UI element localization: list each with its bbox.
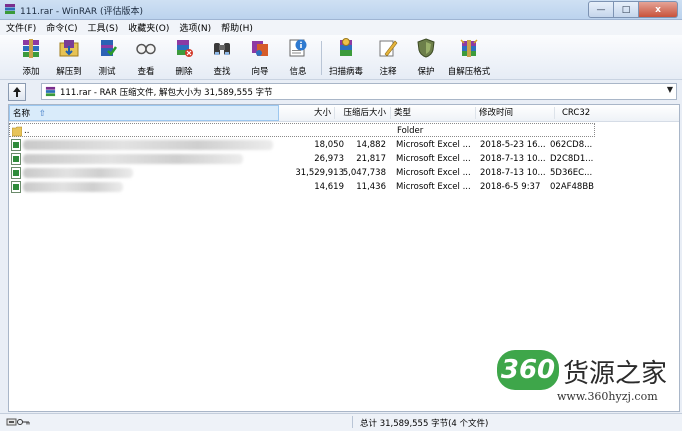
column-separator (475, 107, 476, 119)
info-button[interactable]: 信息 (279, 37, 317, 77)
status-bar: 总计 31,589,555 字节(4 个文件) (0, 413, 682, 431)
add-button[interactable]: 添加 (12, 37, 50, 77)
column-separator (390, 107, 391, 119)
virus-scan-icon (340, 38, 352, 56)
protect-shield-icon (417, 38, 435, 58)
address-bar: 111.rar - RAR 压缩文件, 解包大小为 31,589,555 字节 … (0, 80, 682, 102)
row-crc: 5D36EC... (550, 168, 593, 178)
delete-icon (177, 40, 193, 57)
drive-key-icon (6, 418, 30, 426)
row-packed: 21,817 (356, 154, 386, 164)
table-row[interactable]: 14,619 11,436 Microsoft Excel ... 2018-6… (9, 180, 679, 194)
row-modified: 2018-7-13 10... (480, 168, 546, 178)
row-name: .. (24, 126, 30, 136)
row-modified: 2018-6-5 9:37 (480, 182, 541, 192)
window-controls: — □ x (588, 1, 678, 18)
row-packed: 5,047,738 (342, 168, 386, 178)
row-type: Folder (397, 126, 424, 136)
row-type: Microsoft Excel ... (396, 140, 471, 150)
title-bar: 111.rar - WinRAR (评估版本) — □ x (0, 0, 682, 20)
menu-favorites[interactable]: 收藏夹(O) (122, 21, 173, 34)
delete-button[interactable]: 删除 (165, 37, 203, 77)
up-folder-button[interactable] (8, 83, 26, 101)
sfx-button[interactable]: 自解压格式 (446, 37, 492, 77)
protect-button[interactable]: 保护 (407, 37, 445, 77)
maximize-button[interactable]: □ (614, 1, 639, 18)
watermark-text: 货源之家 (563, 359, 668, 389)
row-packed: 14,882 (356, 140, 386, 150)
blurred-filename (23, 154, 243, 164)
toolbar: 添加 解压到 测试 查看 删除 查找 向导 信息 扫描病毒 注释 保护 自解压格… (0, 35, 682, 80)
info-icon (289, 39, 307, 57)
column-separator (554, 107, 555, 119)
row-type: Microsoft Excel ... (396, 154, 471, 164)
column-header-modified[interactable]: 修改时间 (479, 105, 549, 121)
table-row[interactable]: 26,973 21,817 Microsoft Excel ... 2018-7… (9, 152, 679, 166)
menu-tools[interactable]: 工具(S) (82, 21, 123, 34)
row-packed: 11,436 (356, 182, 386, 192)
row-modified: 2018-5-23 16... (480, 140, 546, 150)
address-text: 111.rar - RAR 压缩文件, 解包大小为 31,589,555 字节 (60, 88, 273, 98)
sort-up-arrow-icon: ⇧ (38, 109, 46, 119)
find-binoculars-icon (214, 43, 230, 55)
status-total: 总计 31,589,555 字节(4 个文件) (360, 419, 489, 429)
blurred-filename (23, 182, 123, 192)
wizard-icon (252, 41, 268, 56)
close-button[interactable]: x (639, 1, 678, 18)
table-row[interactable]: 18,050 14,882 Microsoft Excel ... 2018-5… (9, 138, 679, 152)
menu-file[interactable]: 文件(F) (0, 21, 40, 34)
status-separator (352, 416, 353, 428)
row-modified: 2018-7-13 10... (480, 154, 546, 164)
column-header-type[interactable]: 类型 (394, 105, 474, 121)
menu-help[interactable]: 帮助(H) (215, 21, 257, 34)
folder-icon (12, 126, 22, 137)
test-button[interactable]: 测试 (88, 37, 126, 77)
row-type: Microsoft Excel ... (396, 182, 471, 192)
excel-file-icon (11, 139, 21, 151)
excel-file-icon (11, 181, 21, 193)
excel-file-icon (11, 153, 21, 165)
column-header-bar: 名称 ⇧ 大小 压缩后大小 类型 修改时间 CRC32 (9, 105, 679, 122)
table-row[interactable]: .. Folder (9, 123, 595, 137)
watermark-logo: 360 (497, 350, 559, 390)
row-crc: 02AF48BB (550, 182, 594, 192)
table-row[interactable]: 31,529,913 5,047,738 Microsoft Excel ...… (9, 166, 679, 180)
minimize-button[interactable]: — (588, 1, 614, 18)
row-crc: D2C8D1... (550, 154, 594, 164)
archive-icon (45, 86, 56, 97)
sfx-icon (460, 39, 478, 57)
excel-file-icon (11, 167, 21, 179)
window-title: 111.rar - WinRAR (评估版本) (20, 7, 144, 17)
menu-commands[interactable]: 命令(C) (40, 21, 81, 34)
blurred-filename (23, 168, 133, 178)
watermark: 360 货源之家 www.360hyzj.com (497, 350, 677, 410)
add-books-icon (23, 39, 39, 58)
column-header-crc[interactable]: CRC32 (562, 105, 602, 121)
comment-button[interactable]: 注释 (369, 37, 407, 77)
watermark-url: www.360hyzj.com (557, 390, 658, 403)
virus-scan-button[interactable]: 扫描病毒 (325, 37, 367, 77)
view-glasses-icon (136, 43, 156, 55)
up-arrow-icon (13, 87, 21, 97)
menu-bar: 文件(F) 命令(C) 工具(S) 收藏夹(O) 选项(N) 帮助(H) (0, 20, 682, 35)
test-icon (101, 40, 118, 56)
wizard-button[interactable]: 向导 (241, 37, 279, 77)
extract-folder-icon (59, 40, 79, 57)
column-header-name[interactable]: 名称 ⇧ (9, 105, 279, 121)
column-header-size[interactable]: 大小 (279, 105, 331, 121)
chevron-down-icon[interactable]: ▼ (667, 85, 673, 94)
find-button[interactable]: 查找 (203, 37, 241, 77)
row-type: Microsoft Excel ... (396, 168, 471, 178)
blurred-filename (23, 140, 273, 150)
row-crc: 062CD8... (550, 140, 593, 150)
extract-to-button[interactable]: 解压到 (50, 37, 88, 77)
winrar-app-icon (5, 4, 15, 14)
column-header-packed[interactable]: 压缩后大小 (334, 105, 386, 121)
toolbar-separator (321, 41, 322, 75)
menu-options[interactable]: 选项(N) (173, 21, 215, 34)
comment-icon (379, 40, 398, 57)
view-button[interactable]: 查看 (127, 37, 165, 77)
address-field[interactable]: 111.rar - RAR 压缩文件, 解包大小为 31,589,555 字节 … (41, 83, 677, 100)
